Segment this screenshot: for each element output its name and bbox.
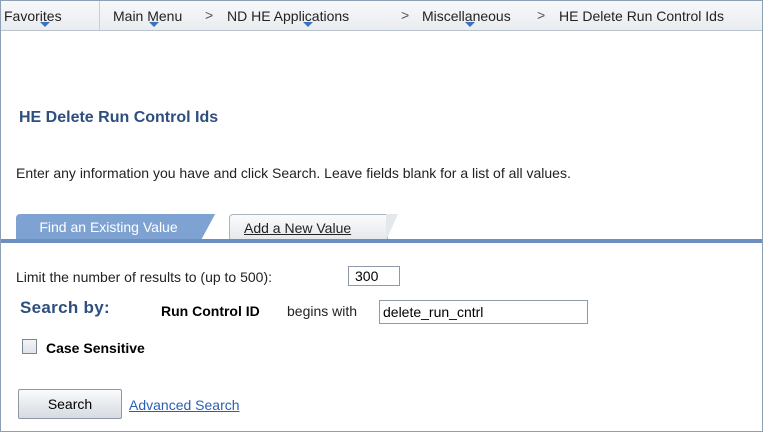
- tab-add-new-value-label: Add a New Value: [244, 220, 352, 236]
- case-sensitive-checkbox[interactable]: [22, 339, 37, 354]
- run-control-id-input[interactable]: [379, 300, 588, 324]
- nav-current-page[interactable]: HE Delete Run Control Ids: [559, 8, 724, 24]
- nd-he-applications-dropdown-icon[interactable]: [303, 22, 313, 27]
- limit-results-label: Limit the number of results to (up to 50…: [16, 269, 273, 285]
- search-by-label: Search by:: [20, 298, 110, 317]
- tab-corner: [201, 214, 215, 240]
- run-control-id-label: Run Control ID: [161, 303, 260, 319]
- search-button[interactable]: Search: [18, 389, 122, 419]
- app-window: Favorites Main Menu > ND HE Applications…: [0, 0, 763, 432]
- tab-add-new-value[interactable]: Add a New Value: [229, 214, 388, 241]
- nav-nd-he-applications[interactable]: ND HE Applications: [227, 8, 349, 24]
- advanced-search-link[interactable]: Advanced Search: [129, 397, 240, 413]
- instructions-text: Enter any information you have and click…: [16, 165, 571, 181]
- tab-corner: [386, 214, 398, 240]
- main-menu-dropdown-icon[interactable]: [149, 22, 159, 27]
- nav-favorites[interactable]: Favorites: [4, 8, 62, 24]
- breadcrumb-nav: Favorites Main Menu > ND HE Applications…: [1, 1, 762, 31]
- miscellaneous-dropdown-icon[interactable]: [465, 22, 475, 27]
- tab-find-existing-value[interactable]: Find an Existing Value: [16, 214, 201, 240]
- search-operator-text: begins with: [287, 303, 358, 319]
- breadcrumb-separator-icon: >: [537, 7, 546, 23]
- breadcrumb-separator-icon: >: [205, 7, 214, 23]
- favorites-dropdown-icon[interactable]: [40, 22, 50, 27]
- tab-underline: [1, 239, 762, 243]
- breadcrumb-separator-icon: >: [401, 7, 410, 23]
- page-title: HE Delete Run Control Ids: [19, 109, 219, 126]
- limit-results-input[interactable]: [348, 266, 400, 286]
- nav-divider: [99, 1, 100, 30]
- case-sensitive-label: Case Sensitive: [46, 340, 145, 356]
- nav-main-menu[interactable]: Main Menu: [113, 8, 182, 24]
